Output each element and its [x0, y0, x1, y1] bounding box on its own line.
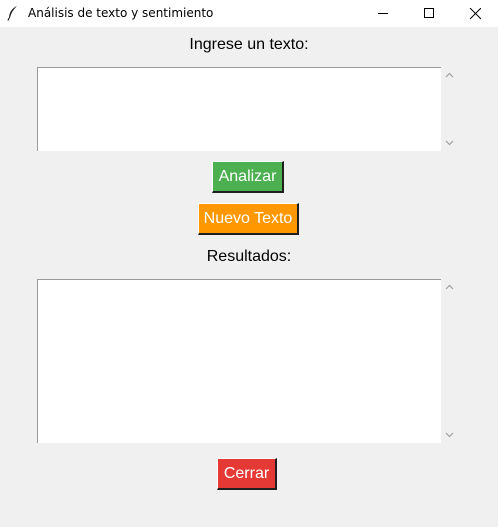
- scroll-down-icon[interactable]: [445, 140, 454, 146]
- scroll-down-icon[interactable]: [445, 432, 454, 438]
- maximize-button[interactable]: [406, 0, 452, 27]
- new-text-button[interactable]: Nuevo Texto: [198, 203, 299, 235]
- minimize-button[interactable]: [360, 0, 406, 27]
- maximize-icon: [424, 8, 434, 18]
- results-label: Resultados:: [206, 248, 292, 265]
- input-scrollbar[interactable]: [441, 67, 458, 151]
- feather-icon: [7, 6, 17, 21]
- input-textarea[interactable]: [37, 67, 441, 151]
- title-bar: Análisis de texto y sentimiento: [0, 0, 498, 27]
- close-button[interactable]: Cerrar: [217, 458, 277, 490]
- close-icon: [469, 8, 481, 20]
- scroll-up-icon[interactable]: [445, 284, 454, 290]
- scroll-up-icon[interactable]: [445, 72, 454, 78]
- results-textarea[interactable]: [37, 279, 441, 443]
- input-label: Ingrese un texto:: [189, 36, 309, 53]
- window-close-button[interactable]: [452, 0, 498, 27]
- analyze-button[interactable]: Analizar: [212, 161, 284, 193]
- minimize-icon: [378, 13, 388, 14]
- window-title: Análisis de texto y sentimiento: [28, 6, 214, 20]
- results-scrollbar[interactable]: [441, 279, 458, 443]
